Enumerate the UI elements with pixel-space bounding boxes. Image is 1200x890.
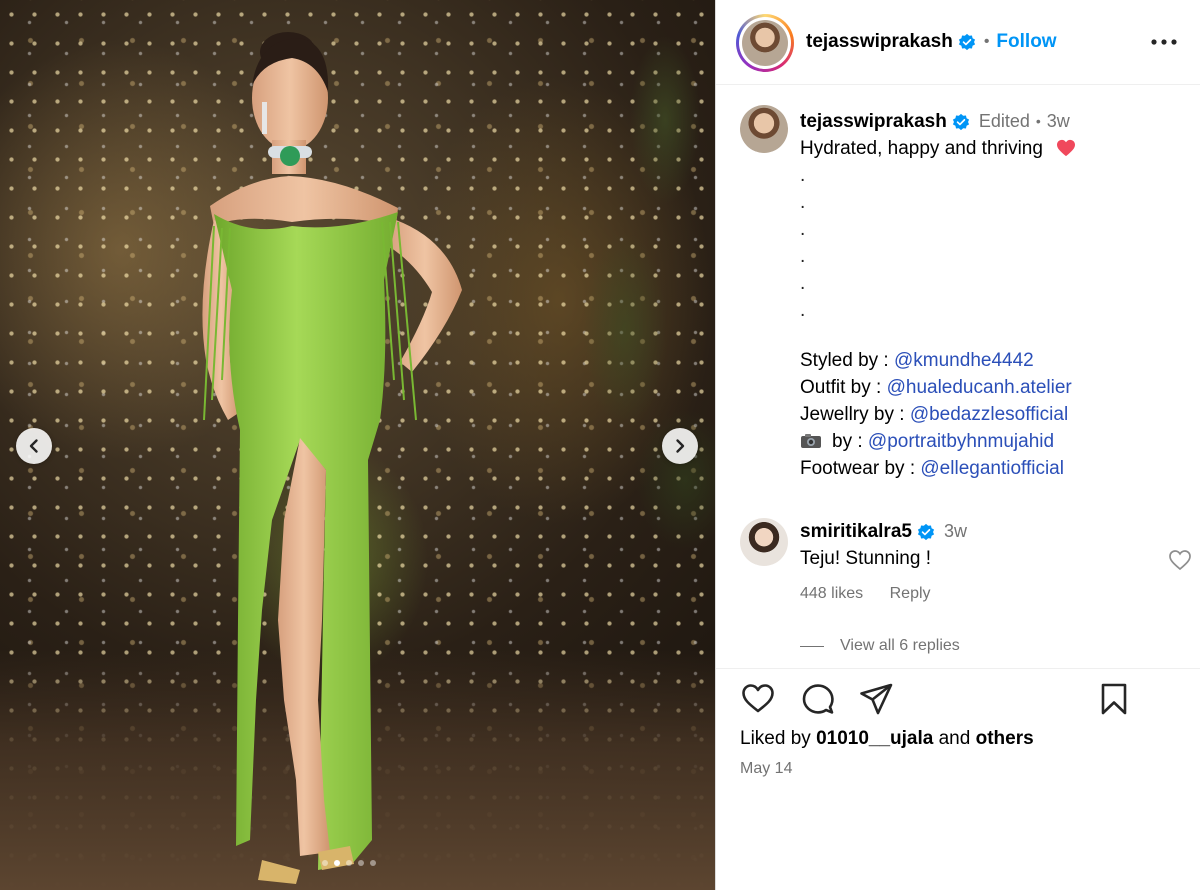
comment-actions: 448 likes Reply xyxy=(800,585,953,603)
comment-icon xyxy=(802,684,834,714)
credit-label: Styled by : xyxy=(800,350,889,371)
liked-by-others[interactable]: others xyxy=(976,728,1034,749)
comment-text: Teju! Stunning ! xyxy=(800,548,931,569)
liked-by-summary: Liked by 01010__ujala and others xyxy=(740,728,1034,750)
more-options-icon[interactable] xyxy=(1150,30,1178,54)
post-action-bar xyxy=(716,668,1200,728)
instagram-post-view: tejasswiprakash • Follow tejasswiprakash xyxy=(0,0,1200,890)
caption-avatar[interactable] xyxy=(740,105,788,153)
comment-likes-count[interactable]: 448 likes xyxy=(800,585,863,602)
comment-like-icon[interactable] xyxy=(1168,549,1192,571)
caption-dot-line: . xyxy=(800,219,806,240)
reply-button[interactable]: Reply xyxy=(890,585,931,602)
save-icon xyxy=(1101,683,1127,715)
mention-link[interactable]: @bedazzlesofficial xyxy=(910,404,1068,425)
carousel-dot xyxy=(346,860,352,866)
caption-dot-line: . xyxy=(800,165,806,186)
caption-dot-lines: ...... xyxy=(800,162,1185,324)
liked-by-user[interactable]: 01010__ujala xyxy=(816,728,933,749)
like-button[interactable] xyxy=(740,681,776,717)
avatar xyxy=(742,20,788,66)
carousel-dot xyxy=(322,860,328,866)
carousel-dot xyxy=(370,860,376,866)
separator-dot: • xyxy=(983,33,990,50)
post-side-panel: tejasswiprakash • Follow tejasswiprakash xyxy=(715,0,1200,890)
camera-emoji xyxy=(801,434,821,448)
divider xyxy=(800,645,824,647)
credit-label: Footwear by : xyxy=(800,458,916,479)
caption-text: Hydrated, happy and thriving xyxy=(800,138,1043,159)
verified-badge-icon xyxy=(958,33,975,51)
caption-credit-line: Footwear by : @ellegantiofficial xyxy=(800,455,1185,482)
carousel-dot xyxy=(358,860,364,866)
comment-time[interactable]: 3w xyxy=(944,518,967,545)
carousel-dot xyxy=(334,860,340,866)
post-header: tejasswiprakash • Follow xyxy=(716,0,1200,85)
comment-button[interactable] xyxy=(800,681,836,717)
mention-link[interactable]: @kmundhe4442 xyxy=(894,350,1034,371)
view-replies-button[interactable]: View all 6 replies xyxy=(800,637,960,655)
post-media[interactable] xyxy=(0,0,715,890)
carousel-indicator xyxy=(322,860,376,866)
caption-credit-line: Outfit by : @hualeducanh.atelier xyxy=(800,374,1185,401)
chevron-right-icon xyxy=(676,439,685,453)
caption-dot-line: . xyxy=(800,192,806,213)
comment-username[interactable]: smiritikalra5 xyxy=(800,518,912,545)
author-username[interactable]: tejasswiprakash xyxy=(806,31,953,53)
edited-label: Edited xyxy=(978,111,1030,131)
post-photo-woman-in-green-gown xyxy=(202,32,462,884)
credit-label: by : xyxy=(832,431,863,452)
post-date[interactable]: May 14 xyxy=(740,760,792,778)
like-icon xyxy=(742,684,774,713)
caption-dot-line: . xyxy=(800,300,806,321)
comment-avatar[interactable] xyxy=(740,518,788,566)
follow-button[interactable]: Follow xyxy=(996,31,1056,53)
story-ring-avatar[interactable] xyxy=(736,14,794,72)
comment: smiritikalra5 3w Teju! Stunning ! xyxy=(800,518,1170,572)
share-icon xyxy=(860,683,893,715)
caption-credits: Styled by : @kmundhe4442 Outfit by : @hua… xyxy=(800,347,1185,482)
caption-text-line: Hydrated, happy and thriving xyxy=(800,135,1185,162)
mention-link[interactable]: @ellegantiofficial xyxy=(920,458,1064,479)
separator-dot: • xyxy=(1035,113,1041,129)
post-caption: tejasswiprakash Edited • 3w Hydrated, ha… xyxy=(800,108,1185,482)
mention-link[interactable]: @portraitbyhnmujahid xyxy=(868,431,1054,452)
caption-credit-line: Jewellry by : @bedazzlesofficial xyxy=(800,401,1185,428)
caption-credit-line: by : @portraitbyhnmujahid xyxy=(800,428,1185,455)
caption-dot-line: . xyxy=(800,273,806,294)
credit-label: Outfit by : xyxy=(800,377,882,398)
chevron-left-icon xyxy=(29,439,38,453)
mention-link[interactable]: @hualeducanh.atelier xyxy=(887,377,1072,398)
liked-by-prefix: Liked by xyxy=(740,728,811,749)
save-button[interactable] xyxy=(1096,681,1132,717)
caption-username[interactable]: tejasswiprakash xyxy=(800,108,947,135)
caption-credit-line: Styled by : @kmundhe4442 xyxy=(800,347,1185,374)
caption-dot-line: . xyxy=(800,246,806,267)
credit-label: Jewellry by : xyxy=(800,404,905,425)
previous-slide-button[interactable] xyxy=(16,428,52,464)
liked-by-conjunction: and xyxy=(938,728,971,749)
heart-emoji xyxy=(1057,139,1076,157)
view-replies-label: View all 6 replies xyxy=(840,637,960,654)
next-slide-button[interactable] xyxy=(662,428,698,464)
verified-badge-icon xyxy=(917,523,935,540)
caption-time[interactable]: 3w xyxy=(1047,108,1070,135)
verified-badge-icon xyxy=(952,113,969,130)
share-button[interactable] xyxy=(858,681,894,717)
